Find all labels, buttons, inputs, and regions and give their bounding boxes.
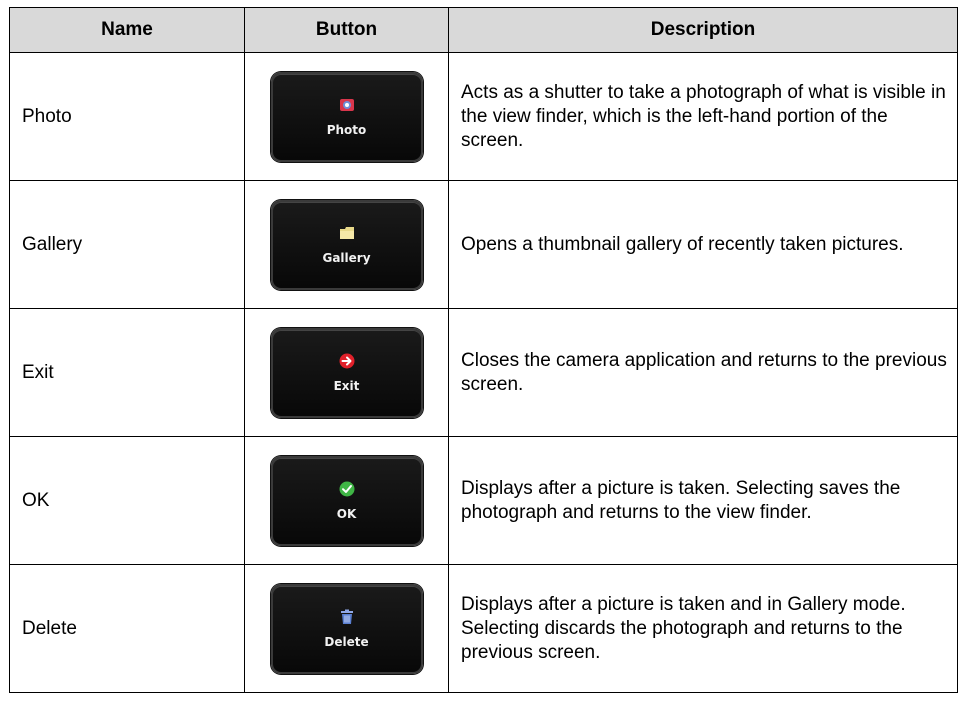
gallery-button-label: Gallery [322, 250, 371, 265]
row-description: Acts as a shutter to take a photograph o… [448, 52, 958, 181]
table-row: Delete Delete Displays after a picture i… [9, 564, 958, 693]
gallery-button[interactable]: Gallery [270, 199, 423, 290]
button-reference-table: Name Button Description Photo Photo Acts… [9, 7, 958, 693]
row-button-cell: Delete [244, 564, 449, 693]
ok-button-label: OK [336, 506, 357, 521]
delete-button[interactable]: Delete [270, 583, 423, 674]
table-row: OK OK Displays after a picture is taken.… [9, 436, 958, 565]
delete-button-label: Delete [324, 634, 369, 649]
photo-button[interactable]: Photo [270, 71, 423, 162]
exit-arrow-icon [339, 353, 354, 368]
row-name: Photo [9, 52, 245, 181]
row-button-cell: Photo [244, 52, 449, 181]
header-button: Button [244, 7, 449, 53]
row-button-cell: Gallery [244, 180, 449, 309]
row-description: Displays after a picture is taken and in… [448, 564, 958, 693]
camera-icon [339, 98, 354, 111]
ok-button[interactable]: OK [270, 455, 423, 546]
row-name: Exit [9, 308, 245, 437]
exit-button[interactable]: Exit [270, 327, 423, 418]
table-row: Exit Exit Closes the camera application … [9, 308, 958, 437]
row-description: Displays after a picture is taken. Selec… [448, 436, 958, 565]
table-row: Photo Photo Acts as a shutter to take a … [9, 52, 958, 181]
exit-button-label: Exit [333, 378, 360, 393]
checkmark-icon [339, 481, 354, 496]
table-header-row: Name Button Description [9, 7, 958, 53]
row-button-cell: Exit [244, 308, 449, 437]
photo-button-label: Photo [326, 122, 367, 137]
row-name: Gallery [9, 180, 245, 309]
row-name: Delete [9, 564, 245, 693]
row-description: Opens a thumbnail gallery of recently ta… [448, 180, 958, 309]
header-description: Description [448, 7, 958, 53]
row-description: Closes the camera application and return… [448, 308, 958, 437]
row-button-cell: OK [244, 436, 449, 565]
header-name: Name [9, 7, 245, 53]
row-name: OK [9, 436, 245, 565]
trash-icon [340, 609, 353, 624]
table-row: Gallery Gallery Opens a thumbnail galler… [9, 180, 958, 309]
folder-icon [339, 226, 354, 239]
